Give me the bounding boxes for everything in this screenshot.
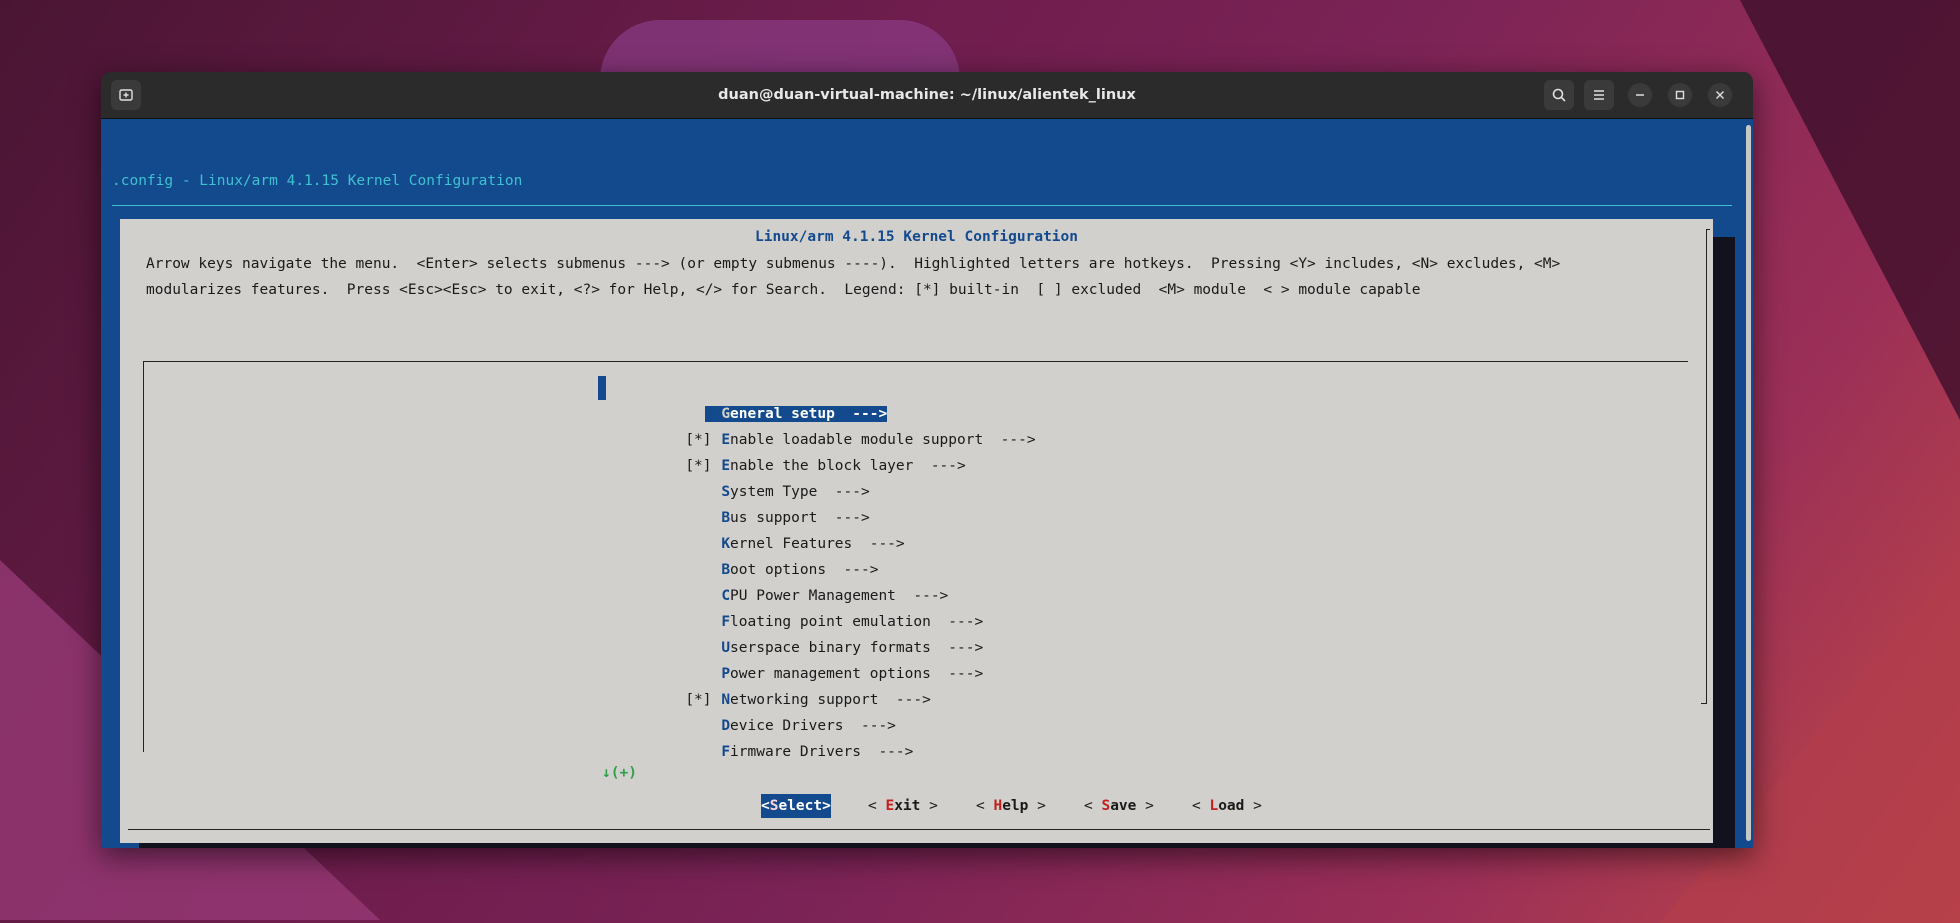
minimize-icon[interactable] — [1628, 83, 1652, 107]
help-button[interactable]: < Help > — [976, 794, 1046, 818]
menu-item-networking-support[interactable]: [*] Networking support ---> — [598, 661, 1298, 708]
menu-item-label: irmware Drivers ---> — [730, 744, 914, 760]
selection-marker — [598, 376, 606, 400]
button-row: <Select> < Exit > < Help > < Save > < Lo… — [120, 794, 1713, 820]
button-label: elp — [1002, 798, 1029, 814]
button-bracket: < — [868, 798, 886, 814]
select-button[interactable]: <Select> — [761, 794, 831, 818]
close-icon — [1716, 91, 1724, 99]
button-bracket: > — [822, 798, 831, 814]
dialog-bottom-border — [128, 829, 1710, 830]
button-bracket: < — [761, 798, 770, 814]
exit-button[interactable]: < Exit > — [868, 794, 938, 818]
menuconfig-dialog: Linux/arm 4.1.15 Kernel Configuration Ar… — [120, 219, 1713, 843]
button-bracket: > — [920, 798, 938, 814]
hamburger-menu-icon[interactable] — [1584, 80, 1614, 110]
button-label: oad — [1218, 798, 1245, 814]
more-items-indicator: ↓(+) — [602, 765, 637, 781]
help-line-1: Arrow keys navigate the menu. <Enter> se… — [146, 256, 1561, 272]
terminal-window: duan@duan-virtual-machine: ~/linux/alien… — [101, 72, 1753, 848]
scrollbar[interactable] — [1743, 119, 1753, 848]
button-bracket: < — [976, 798, 994, 814]
search-icon — [1552, 88, 1566, 102]
button-hotkey: L — [1209, 798, 1219, 814]
save-button[interactable]: < Save > — [1084, 794, 1154, 818]
button-bracket: > — [1028, 798, 1046, 814]
menu-item-power-management-options[interactable]: Power management options ---> — [598, 635, 1298, 682]
button-bracket: > — [1244, 798, 1262, 814]
dialog-border — [1701, 703, 1707, 704]
button-bracket: < — [1192, 798, 1210, 814]
button-hotkey: E — [885, 798, 895, 814]
menu-item-device-drivers[interactable]: Device Drivers ---> — [598, 687, 1298, 734]
dialog-border — [1706, 229, 1707, 704]
wallpaper-shape — [1740, 0, 1960, 420]
button-hotkey: S — [1101, 798, 1111, 814]
button-bracket: > — [1136, 798, 1154, 814]
load-button[interactable]: < Load > — [1192, 794, 1262, 818]
button-label: elect — [778, 798, 823, 814]
dialog-title: Linux/arm 4.1.15 Kernel Configuration — [754, 229, 1078, 245]
search-icon[interactable] — [1544, 80, 1574, 110]
minimize-icon — [1636, 94, 1644, 96]
window-title: duan@duan-virtual-machine: ~/linux/alien… — [718, 87, 1136, 103]
menu-item-block-layer[interactable]: [*] Enable the block layer ---> — [598, 427, 1298, 474]
button-hotkey: H — [993, 798, 1003, 814]
hamburger-menu-icon — [1594, 90, 1604, 100]
wallpaper-shape — [600, 20, 960, 80]
menu-item-loadable-module-support[interactable]: [*] Enable loadable module support ---> — [598, 401, 1298, 448]
menu-item-hotkey: F — [721, 744, 731, 760]
help-text: Arrow keys navigate the menu. <Enter> se… — [146, 251, 1560, 303]
button-bracket: < — [1084, 798, 1102, 814]
maximize-icon — [1675, 90, 1685, 100]
menu-item-floating-point-emulation[interactable]: Floating point emulation ---> — [598, 583, 1298, 630]
button-label: xit — [894, 798, 921, 814]
button-label: ave — [1110, 798, 1137, 814]
menu-item-general-setup[interactable]: General setup ---> — [598, 375, 1298, 422]
menu-list: General setup ---> [*] Enable loadable mo… — [598, 375, 1298, 760]
menu-item-firmware-drivers[interactable]: Firmware Drivers ---> — [598, 713, 1298, 760]
terminal-area[interactable]: .config - Linux/arm 4.1.15 Kernel Config… — [101, 119, 1743, 848]
help-line-2: modularizes features. Press <Esc><Esc> t… — [146, 282, 1421, 298]
menu-item-boot-options[interactable]: Boot options ---> — [598, 531, 1298, 578]
menu-item-kernel-features[interactable]: Kernel Features ---> — [598, 505, 1298, 552]
config-title: .config - Linux/arm 4.1.15 Kernel Config… — [112, 173, 523, 189]
scrollbar-thumb[interactable] — [1746, 125, 1751, 841]
menu-item-system-type[interactable]: System Type ---> — [598, 453, 1298, 500]
maximize-icon[interactable] — [1668, 83, 1692, 107]
title-bar: duan@duan-virtual-machine: ~/linux/alien… — [101, 72, 1753, 119]
menu-item-cpu-power-management[interactable]: CPU Power Management ---> — [598, 557, 1298, 604]
menu-item-bus-support[interactable]: Bus support ---> — [598, 479, 1298, 526]
menu-item-userspace-binary-formats[interactable]: Userspace binary formats ---> — [598, 609, 1298, 656]
close-icon[interactable] — [1708, 83, 1732, 107]
config-title-rule — [112, 205, 1732, 206]
